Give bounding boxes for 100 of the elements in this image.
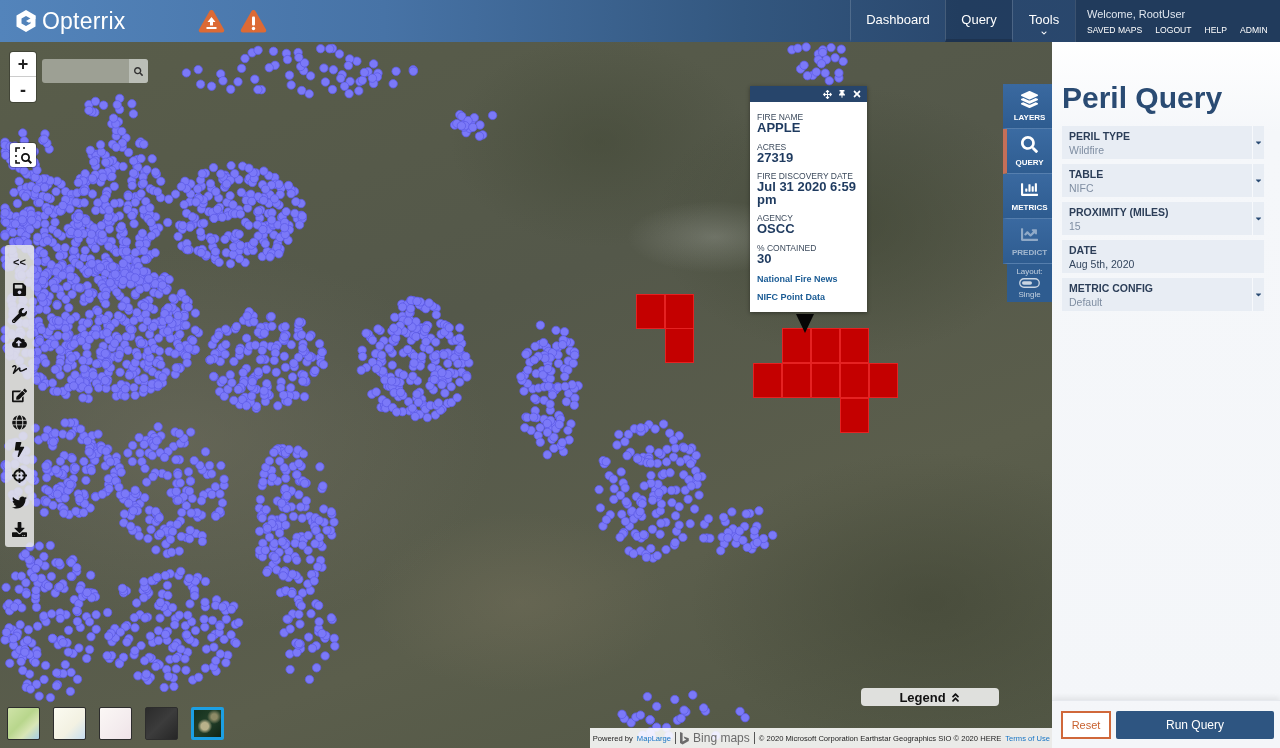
select-field[interactable]: PERIL TYPE Wildfire bbox=[1062, 126, 1264, 159]
point-cluster bbox=[787, 42, 848, 86]
select-field[interactable]: PROXIMITY (MILES) 15 bbox=[1062, 202, 1264, 235]
line-chart-icon bbox=[1021, 225, 1038, 243]
field-value: NIFC bbox=[1069, 181, 1095, 194]
pin-icon[interactable] bbox=[838, 90, 846, 98]
fire-area-cell[interactable] bbox=[636, 294, 665, 329]
logo-wordmark: Bing maps bbox=[693, 731, 750, 745]
field-label: PERIL TYPE bbox=[1069, 129, 1132, 142]
popup-pointer bbox=[796, 314, 814, 333]
zoom-out-button[interactable]: - bbox=[10, 77, 36, 102]
field-value: 15 bbox=[1069, 219, 1082, 232]
popup-link[interactable]: NIFC Point Data bbox=[757, 292, 860, 302]
basemap-thumbnail[interactable] bbox=[191, 707, 224, 740]
select-field[interactable]: METRIC CONFIG Default bbox=[1062, 278, 1264, 311]
field-value: Aug 5th, 2020 bbox=[1069, 257, 1136, 270]
crosshair-icon[interactable] bbox=[12, 468, 27, 484]
welcome-text: Welcome, RootUser bbox=[1087, 8, 1187, 20]
layers-icon bbox=[1021, 90, 1038, 108]
popup-field-label: FIRE DISCOVERY DATE bbox=[757, 171, 854, 181]
fire-area-cell[interactable] bbox=[840, 328, 869, 363]
legend-button[interactable]: Legend bbox=[861, 688, 999, 706]
field-label: PROXIMITY (MILES) bbox=[1069, 205, 1170, 218]
save-icon[interactable] bbox=[12, 281, 27, 297]
basemap-thumbnail[interactable] bbox=[145, 707, 178, 740]
b-logo-icon bbox=[680, 731, 690, 745]
field-value: Wildfire bbox=[1069, 143, 1105, 156]
field-label: DATE bbox=[1069, 243, 1098, 256]
popup-link[interactable]: National Fire News bbox=[757, 274, 860, 284]
basemap-thumbnail[interactable] bbox=[99, 707, 132, 740]
point-cluster bbox=[450, 110, 498, 141]
warning-icon[interactable] bbox=[240, 9, 267, 33]
user-menu-link[interactable]: ADMIN bbox=[1240, 25, 1268, 35]
collapse-button[interactable]: << bbox=[5, 249, 34, 276]
zoom-area-icon bbox=[14, 146, 32, 164]
fire-area-cell[interactable] bbox=[665, 294, 694, 329]
fire-area-cell[interactable] bbox=[811, 328, 840, 363]
edit-icon[interactable] bbox=[12, 388, 27, 404]
upload-alert-icon[interactable] bbox=[198, 9, 225, 33]
logo-icon bbox=[16, 10, 36, 32]
popup-field-value: 30 bbox=[757, 252, 772, 265]
user-menu-link[interactable]: HELP bbox=[1204, 25, 1227, 35]
globe-icon[interactable] bbox=[12, 414, 27, 430]
layout-label: Layout: bbox=[1016, 267, 1043, 276]
side-tab[interactable]: QUERY bbox=[1003, 129, 1052, 174]
user-menu-link[interactable]: LOGOUT bbox=[1155, 25, 1192, 35]
popup-field-value: Jul 31 2020 6:59 pm bbox=[757, 181, 858, 206]
bolt-icon[interactable] bbox=[12, 441, 27, 457]
layout-toggle[interactable] bbox=[1019, 278, 1040, 288]
caret-icon bbox=[1254, 176, 1263, 185]
field-label: METRIC CONFIG bbox=[1069, 281, 1154, 294]
cloud-icon[interactable] bbox=[12, 334, 27, 350]
move-icon[interactable] bbox=[823, 89, 832, 99]
nav-tab[interactable]: Dashboard bbox=[850, 0, 945, 42]
zoom-area-button[interactable] bbox=[10, 143, 36, 167]
search-button[interactable] bbox=[129, 59, 148, 83]
map-placeholder[interactable] bbox=[0, 42, 1052, 748]
popup-field-label: AGENCY bbox=[757, 213, 794, 223]
fire-area-cell[interactable] bbox=[753, 363, 782, 398]
run-query-button[interactable]: Run Query bbox=[1116, 711, 1274, 739]
search-icon bbox=[1021, 135, 1038, 153]
basemap-thumbnail[interactable] bbox=[7, 707, 40, 740]
bird-icon[interactable] bbox=[12, 495, 27, 511]
popup-field-label: ACRES bbox=[757, 141, 788, 152]
search-field[interactable] bbox=[42, 59, 148, 83]
download-icon[interactable] bbox=[12, 521, 27, 537]
fire-area-cell[interactable] bbox=[840, 363, 869, 398]
caret-icon bbox=[1254, 290, 1263, 299]
date-field[interactable]: DATE Aug 5th, 2020 bbox=[1062, 240, 1264, 273]
layout-value: Single bbox=[1018, 290, 1041, 299]
reset-button[interactable]: Reset bbox=[1061, 711, 1111, 739]
chevron-down-icon bbox=[1041, 30, 1047, 36]
app-logo-text: Opterrix bbox=[42, 7, 126, 35]
close-icon[interactable] bbox=[852, 89, 862, 99]
caret-icon bbox=[1254, 138, 1263, 147]
popup-field-value: OSCC bbox=[757, 223, 796, 236]
popup-field-value: 27319 bbox=[757, 151, 795, 164]
fire-area-cell[interactable] bbox=[840, 398, 869, 433]
popup-field-label: FIRE NAME bbox=[757, 112, 805, 122]
field-label: TABLE bbox=[1069, 167, 1105, 180]
fire-area-cell[interactable] bbox=[811, 363, 840, 398]
field-value: Default bbox=[1069, 295, 1104, 308]
zoom-in-button[interactable]: + bbox=[10, 52, 36, 77]
select-field[interactable]: TABLE NIFC bbox=[1062, 164, 1264, 197]
basemap-thumbnail[interactable] bbox=[53, 707, 86, 740]
search-icon bbox=[134, 66, 143, 76]
popup-field-label: % CONTAINED bbox=[757, 242, 818, 253]
caret-icon bbox=[1254, 214, 1263, 223]
fire-area-cell[interactable] bbox=[869, 363, 898, 398]
nav-tab[interactable]: Query bbox=[945, 0, 1012, 42]
popup-field-value: APPLE bbox=[757, 122, 802, 135]
side-tab[interactable]: LAYERS bbox=[1003, 84, 1052, 129]
fire-area-cell[interactable] bbox=[782, 328, 811, 363]
side-tab[interactable]: METRICS bbox=[1003, 174, 1052, 219]
fire-area-cell[interactable] bbox=[782, 363, 811, 398]
fire-area-cell[interactable] bbox=[665, 328, 694, 363]
user-menu-link[interactable]: SAVED MAPS bbox=[1087, 25, 1143, 35]
panel-title: Peril Query bbox=[1061, 80, 1224, 116]
bar-chart-icon bbox=[1021, 180, 1038, 198]
wrench-icon[interactable] bbox=[12, 308, 27, 324]
